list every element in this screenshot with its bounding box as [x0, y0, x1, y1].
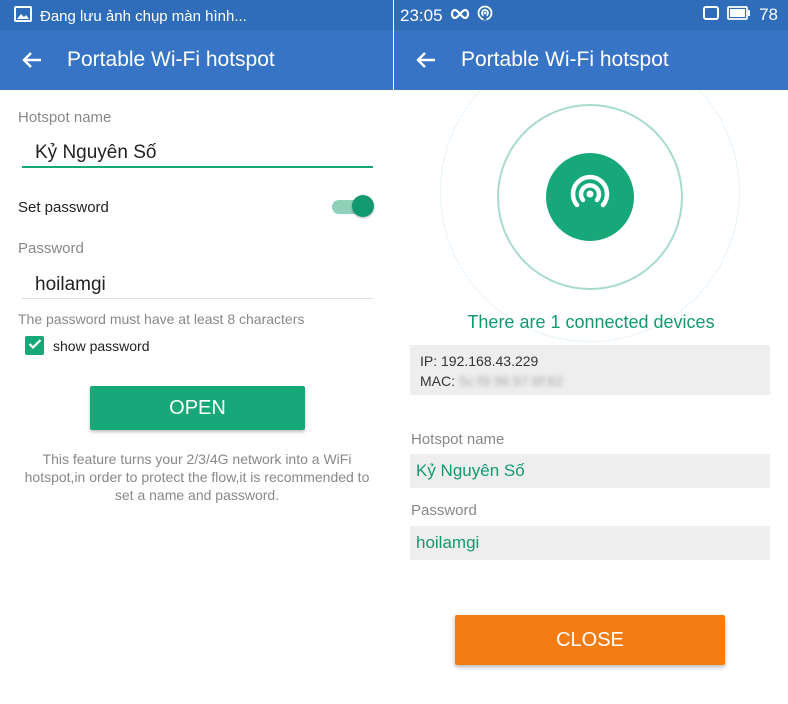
hotspot-name-value: Kỷ Nguyên Số	[410, 454, 770, 488]
mac-address: 5c:f9:38:97:6f:62	[458, 373, 564, 389]
hotspot-name-label: Hotspot name	[411, 431, 505, 448]
check-icon	[28, 337, 42, 355]
back-arrow-icon[interactable]	[416, 50, 436, 70]
connected-devices-text: There are 1 connected devices	[467, 312, 715, 332]
hotspot-icon	[477, 5, 493, 26]
info-text: This feature turns your 2/3/4G network i…	[24, 451, 370, 503]
status-left: Đang lưu ảnh chụp màn hình...	[14, 6, 247, 26]
status-right: 78	[703, 5, 778, 25]
left-toolbar: Portable Wi-Fi hotspot	[0, 30, 393, 90]
hotspot-setup-panel: Hotspot name Kỷ Nguyên Số Set password P…	[0, 90, 393, 704]
hotspot-name-label: Hotspot name	[18, 109, 112, 126]
password-input[interactable]: hoilamgi	[35, 274, 106, 296]
infinity-icon	[449, 6, 471, 26]
clock: 23:05	[400, 5, 443, 25]
password-label: Password	[18, 240, 84, 257]
battery-level: 78	[759, 5, 778, 24]
set-password-label: Set password	[18, 199, 109, 216]
hotspot-status-panel: There are 1 connected devices IP: 192.16…	[394, 90, 788, 704]
hotspot-hub	[546, 153, 634, 241]
mac-label: MAC:	[420, 373, 455, 389]
password-label: Password	[411, 502, 477, 519]
password-value: hoilamgi	[410, 526, 770, 560]
notification-text: Đang lưu ảnh chụp màn hình...	[40, 7, 247, 25]
open-button[interactable]: OPEN	[90, 386, 305, 430]
page-title: Portable Wi-Fi hotspot	[67, 48, 275, 71]
device-info-box: IP: 192.168.43.229 MAC: 5c:f9:38:97:6f:6…	[410, 345, 770, 395]
status-center: 23:05	[400, 5, 493, 26]
right-toolbar: Portable Wi-Fi hotspot	[394, 30, 788, 90]
hotspot-name-input[interactable]: Kỷ Nguyên Số	[35, 142, 156, 164]
hotspot-icon	[567, 172, 613, 223]
image-icon	[14, 6, 32, 26]
mac-address-row: MAC: 5c:f9:38:97:6f:62	[420, 371, 760, 391]
panel-divider	[393, 0, 394, 704]
password-hint: The password must have at least 8 charac…	[18, 311, 305, 327]
show-password-checkbox[interactable]	[25, 336, 44, 355]
toggle-knob	[352, 195, 374, 217]
status-bar: Đang lưu ảnh chụp màn hình... 23:05 78	[0, 0, 788, 30]
page-title: Portable Wi-Fi hotspot	[461, 48, 669, 71]
back-arrow-icon[interactable]	[22, 50, 42, 70]
set-password-toggle[interactable]	[332, 195, 374, 217]
close-button[interactable]: CLOSE	[455, 615, 725, 665]
hotspot-name-underline	[22, 166, 373, 168]
show-password-label: show password	[53, 338, 150, 354]
password-underline	[22, 298, 373, 299]
ip-address: IP: 192.168.43.229	[420, 353, 539, 369]
battery-icon	[727, 5, 751, 25]
square-icon	[703, 5, 720, 25]
